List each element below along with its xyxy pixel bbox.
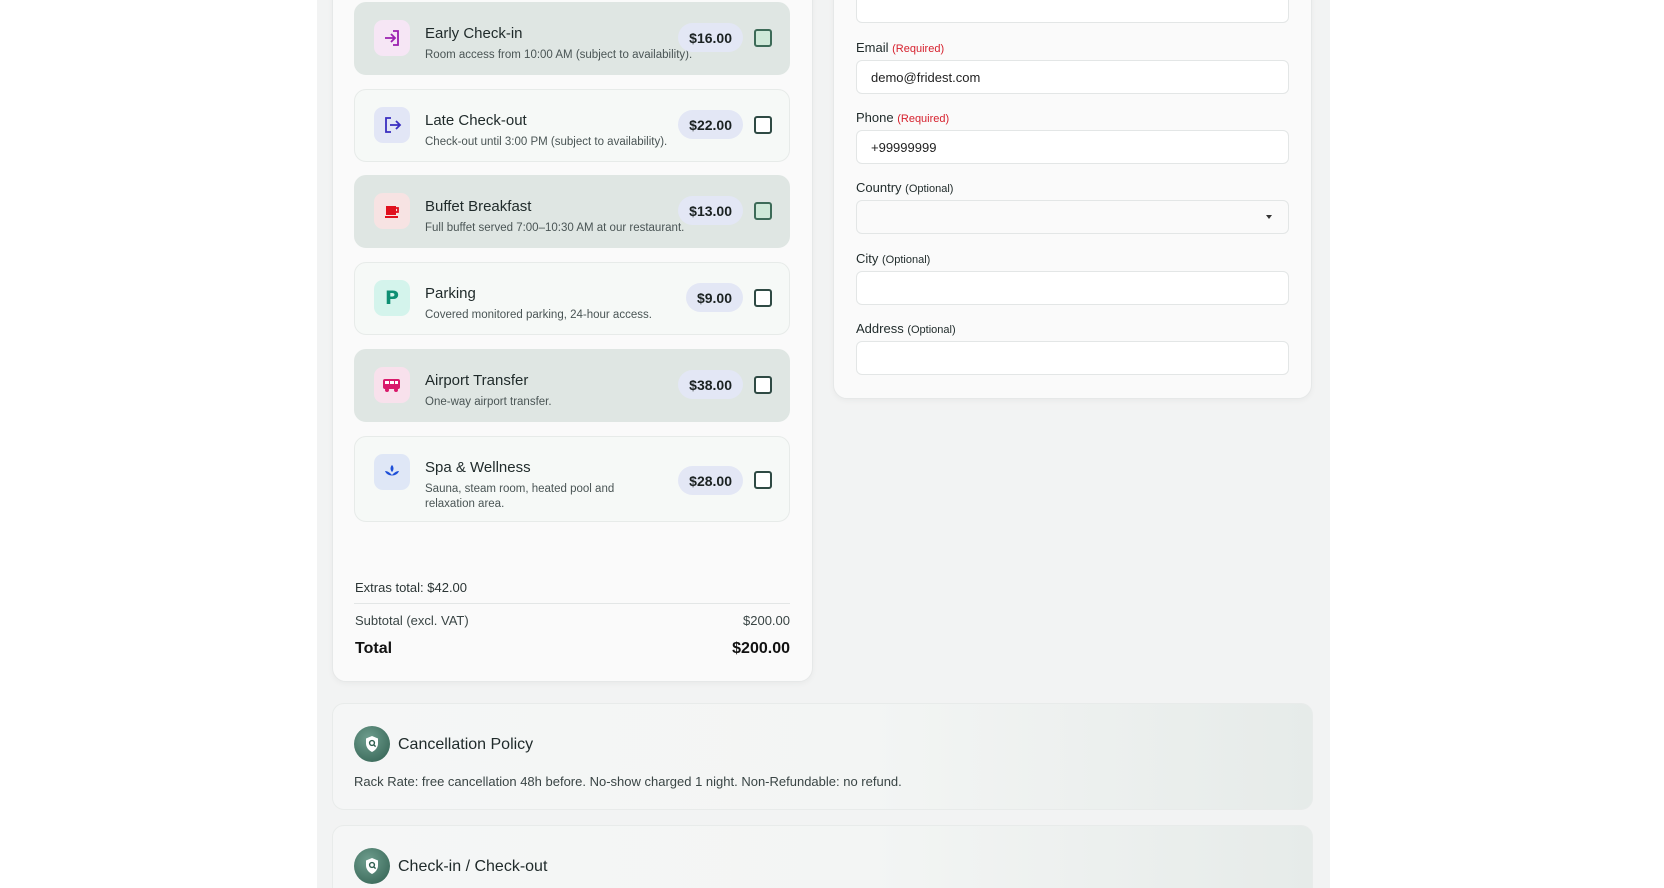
divider — [354, 603, 790, 604]
city-field[interactable] — [856, 271, 1289, 305]
email-label: Email (Required) — [856, 40, 944, 55]
country-label-text: Country — [856, 180, 902, 195]
email-field[interactable]: demo@fridest.com — [856, 60, 1289, 94]
extra-checkbox[interactable] — [754, 376, 772, 394]
city-label: City (Optional) — [856, 251, 930, 266]
extra-checkbox[interactable] — [754, 29, 772, 47]
shield-icon — [354, 848, 390, 884]
extra-price: $28.00 — [678, 466, 743, 495]
optional-tag: (Optional) — [882, 254, 931, 266]
extra-desc: Check-out until 3:00 PM (subject to avai… — [425, 136, 668, 148]
previous-field[interactable] — [856, 0, 1289, 23]
extra-checkbox[interactable] — [754, 289, 772, 307]
phone-label-text: Phone — [856, 110, 894, 125]
extra-desc: Covered monitored parking, 24-hour acces… — [425, 309, 652, 321]
extra-name: Spa & Wellness — [425, 459, 531, 476]
extra-early-checkin[interactable]: Early Check-in Room access from 10:00 AM… — [354, 2, 790, 75]
address-label: Address (Optional) — [856, 321, 956, 336]
total-value: $200.00 — [732, 640, 790, 657]
checkin-checkout-title: Check-in / Check-out — [398, 858, 548, 875]
parking-icon: P — [374, 280, 410, 316]
extra-price: $38.00 — [678, 370, 743, 399]
extra-desc: One-way airport transfer. — [425, 396, 552, 408]
country-select[interactable] — [856, 200, 1289, 234]
extra-name: Buffet Breakfast — [425, 198, 532, 215]
coffee-cup-icon — [374, 193, 410, 229]
extra-name: Early Check-in — [425, 25, 523, 42]
address-field[interactable] — [856, 341, 1289, 375]
extra-name: Parking — [425, 285, 476, 302]
required-tag: (Required) — [897, 113, 950, 125]
checkin-checkout-card: Check-in / Check-out — [332, 825, 1313, 888]
extra-checkbox[interactable] — [754, 471, 772, 489]
city-label-text: City — [856, 251, 879, 266]
phone-field[interactable]: +99999999 — [856, 130, 1289, 164]
extra-buffet-breakfast[interactable]: Buffet Breakfast Full buffet served 7:00… — [354, 175, 790, 248]
extra-name: Late Check-out — [425, 112, 527, 129]
extra-name: Airport Transfer — [425, 372, 529, 389]
optional-tag: (Optional) — [907, 324, 956, 336]
total-label: Total — [355, 640, 393, 657]
spa-icon — [374, 454, 410, 490]
address-label-text: Address — [856, 321, 904, 336]
extra-desc: Full buffet served 7:00–10:30 AM at our … — [425, 222, 685, 234]
extra-airport-transfer[interactable]: Airport Transfer One-way airport transfe… — [354, 349, 790, 422]
extra-spa-wellness[interactable]: Spa & Wellness Sauna, steam room, heated… — [354, 436, 790, 522]
subtotal-label: Subtotal (excl. VAT) — [355, 613, 469, 628]
extra-price: $22.00 — [678, 110, 743, 139]
extra-checkbox[interactable] — [754, 202, 772, 220]
required-tag: (Required) — [892, 43, 945, 55]
chevron-down-icon — [1266, 215, 1272, 219]
extra-price: $16.00 — [678, 23, 743, 52]
cancellation-policy-text: Rack Rate: free cancellation 48h before.… — [354, 774, 902, 789]
extras-total: Extras total: $42.00 — [355, 580, 468, 595]
extra-price: $9.00 — [685, 283, 743, 312]
cancellation-policy-card: Cancellation Policy Rack Rate: free canc… — [332, 703, 1313, 810]
extra-parking[interactable]: P Parking Covered monitored parking, 24-… — [354, 262, 790, 335]
phone-label: Phone (Required) — [856, 110, 949, 125]
subtotal-value: $200.00 — [743, 613, 790, 628]
extra-price: $13.00 — [678, 196, 743, 225]
email-label-text: Email — [856, 40, 889, 55]
extra-desc: Sauna, steam room, heated pool and relax… — [425, 483, 615, 510]
country-label: Country (Optional) — [856, 180, 953, 195]
extra-late-checkout[interactable]: Late Check-out Check-out until 3:00 PM (… — [354, 89, 790, 162]
bus-icon — [374, 367, 410, 403]
cancellation-policy-title: Cancellation Policy — [398, 736, 534, 753]
extra-checkbox[interactable] — [754, 116, 772, 134]
shield-icon — [354, 726, 390, 762]
extra-desc: Room access from 10:00 AM (subject to av… — [425, 49, 693, 61]
logout-icon — [374, 107, 410, 143]
optional-tag: (Optional) — [905, 183, 954, 195]
login-icon — [374, 20, 410, 56]
